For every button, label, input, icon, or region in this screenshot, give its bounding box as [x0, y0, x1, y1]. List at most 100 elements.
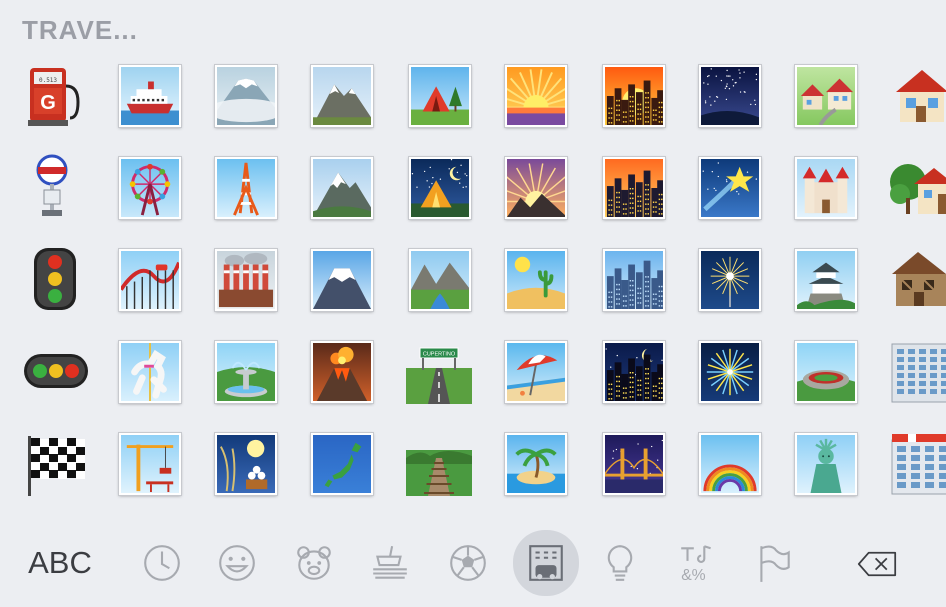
roller-coaster-icon	[119, 249, 181, 311]
emoji-railway-track[interactable]	[406, 430, 476, 500]
emoji-cityscape-dusk[interactable]	[600, 154, 670, 224]
emoji-desert[interactable]	[502, 246, 572, 316]
delete-button[interactable]	[852, 532, 918, 594]
mountain-icon	[311, 65, 373, 127]
house-with-garden-icon	[888, 154, 946, 220]
emoji-moon-viewing[interactable]	[212, 430, 282, 500]
construction-crane-icon	[119, 433, 181, 495]
category-animals-button[interactable]	[284, 532, 344, 594]
travel-icon	[525, 542, 567, 584]
mount-fuji-icon	[311, 249, 373, 311]
houses-icon	[795, 65, 857, 127]
emoji-bus-stop[interactable]	[22, 154, 92, 224]
emoji-office-building[interactable]	[888, 338, 946, 408]
category-activity-button[interactable]	[438, 532, 498, 594]
emoji-motorway[interactable]: CUPERTINO	[406, 338, 476, 408]
category-recent-button[interactable]	[132, 532, 192, 594]
statue-of-liberty-icon	[795, 433, 857, 495]
emoji-fountain[interactable]	[212, 338, 282, 408]
emoji-house[interactable]	[888, 62, 946, 132]
svg-text:&%: &%	[681, 567, 706, 584]
railway-track-icon	[406, 430, 472, 496]
emoji-desert-island[interactable]	[502, 430, 572, 500]
map-of-japan-icon	[311, 433, 373, 495]
emoji-rainbow[interactable]	[696, 430, 766, 500]
flags-icon	[753, 542, 795, 584]
emoji-ferris-wheel[interactable]	[116, 154, 186, 224]
factory-icon	[215, 249, 277, 311]
emoji-mount-fuji-fog[interactable]	[212, 62, 282, 132]
camping-night-icon	[409, 157, 471, 219]
category-symbols-button[interactable]: &%	[668, 532, 728, 594]
moon-viewing-icon	[215, 433, 277, 495]
house-icon	[888, 62, 946, 128]
japanese-castle-icon	[795, 249, 857, 311]
emoji-cityscape[interactable]	[600, 246, 670, 316]
tokyo-tower-icon	[215, 157, 277, 219]
emoji-department-store[interactable]	[888, 430, 946, 500]
emoji-japanese-castle[interactable]	[792, 246, 862, 316]
emoji-mount-fuji[interactable]	[308, 246, 378, 316]
motorway-sign-text: CUPERTINO	[423, 352, 456, 358]
emoji-night-with-stars[interactable]	[600, 338, 670, 408]
category-objects-button[interactable]	[590, 532, 650, 594]
emoji-statue-of-liberty[interactable]	[792, 430, 862, 500]
objects-icon	[599, 542, 641, 584]
emoji-derelict-house[interactable]	[888, 246, 946, 316]
city-sunset-icon	[603, 65, 665, 127]
volcano-icon	[311, 341, 373, 403]
emoji-construction-crane[interactable]	[116, 430, 186, 500]
emoji-map-of-japan[interactable]	[308, 430, 378, 500]
cityscape-icon	[603, 249, 665, 311]
backspace-icon	[856, 543, 914, 583]
emoji-mountain[interactable]	[308, 62, 378, 132]
emoji-house-with-garden[interactable]	[888, 154, 946, 224]
emoji-traffic-light-vertical[interactable]	[22, 246, 92, 316]
emoji-city-sunset[interactable]	[600, 62, 670, 132]
stadium-icon	[795, 341, 857, 403]
emoji-night-sky[interactable]	[696, 62, 766, 132]
emoji-tent[interactable]	[406, 62, 476, 132]
emoji-tokyo-tower[interactable]	[212, 154, 282, 224]
carousel-horse-icon	[119, 341, 181, 403]
emoji-checkered-flag[interactable]	[22, 430, 92, 500]
emoji-sunrise-over-mountains[interactable]	[502, 154, 572, 224]
emoji-stadium[interactable]	[792, 338, 862, 408]
category-smileys-button[interactable]	[207, 532, 267, 594]
derelict-house-icon	[888, 246, 946, 312]
emoji-shooting-star[interactable]	[696, 154, 766, 224]
svg-text:0.513: 0.513	[39, 77, 57, 84]
emoji-factory[interactable]	[212, 246, 282, 316]
emoji-sunrise[interactable]	[502, 62, 572, 132]
emoji-houses[interactable]	[792, 62, 862, 132]
fountain-icon	[215, 341, 277, 403]
category-flags-button[interactable]	[744, 532, 804, 594]
section-title: TRAVE...	[22, 15, 138, 45]
category-food-button[interactable]	[360, 532, 420, 594]
emoji-traffic-light-horizontal[interactable]	[22, 338, 92, 408]
fireworks-icon	[699, 341, 761, 403]
fuel-letter: G	[40, 92, 56, 114]
emoji-snow-mountain[interactable]	[308, 154, 378, 224]
emoji-ship[interactable]	[116, 62, 186, 132]
activity-icon	[447, 542, 489, 584]
emoji-fireworks[interactable]	[696, 338, 766, 408]
sparkler-icon	[699, 249, 761, 311]
emoji-bridge-at-night[interactable]	[600, 430, 670, 500]
emoji-camping-night[interactable]	[406, 154, 476, 224]
emoji-national-park[interactable]	[406, 246, 476, 316]
emoji-fuel-pump[interactable]: 0.513 G	[22, 62, 92, 132]
emoji-european-castle[interactable]	[792, 154, 862, 224]
recent-icon	[141, 542, 183, 584]
symbols-icon: &%	[677, 542, 719, 584]
animals-icon	[293, 542, 335, 584]
emoji-sparkler[interactable]	[696, 246, 766, 316]
european-castle-icon	[795, 157, 857, 219]
category-travel-button[interactable]	[513, 530, 579, 596]
emoji-roller-coaster[interactable]	[116, 246, 186, 316]
abc-button[interactable]: ABC	[20, 532, 100, 594]
emoji-beach-umbrella[interactable]	[502, 338, 572, 408]
emoji-grid: 0.513 G CUPERTINO	[0, 60, 946, 520]
emoji-carousel-horse[interactable]	[116, 338, 186, 408]
emoji-volcano[interactable]	[308, 338, 378, 408]
